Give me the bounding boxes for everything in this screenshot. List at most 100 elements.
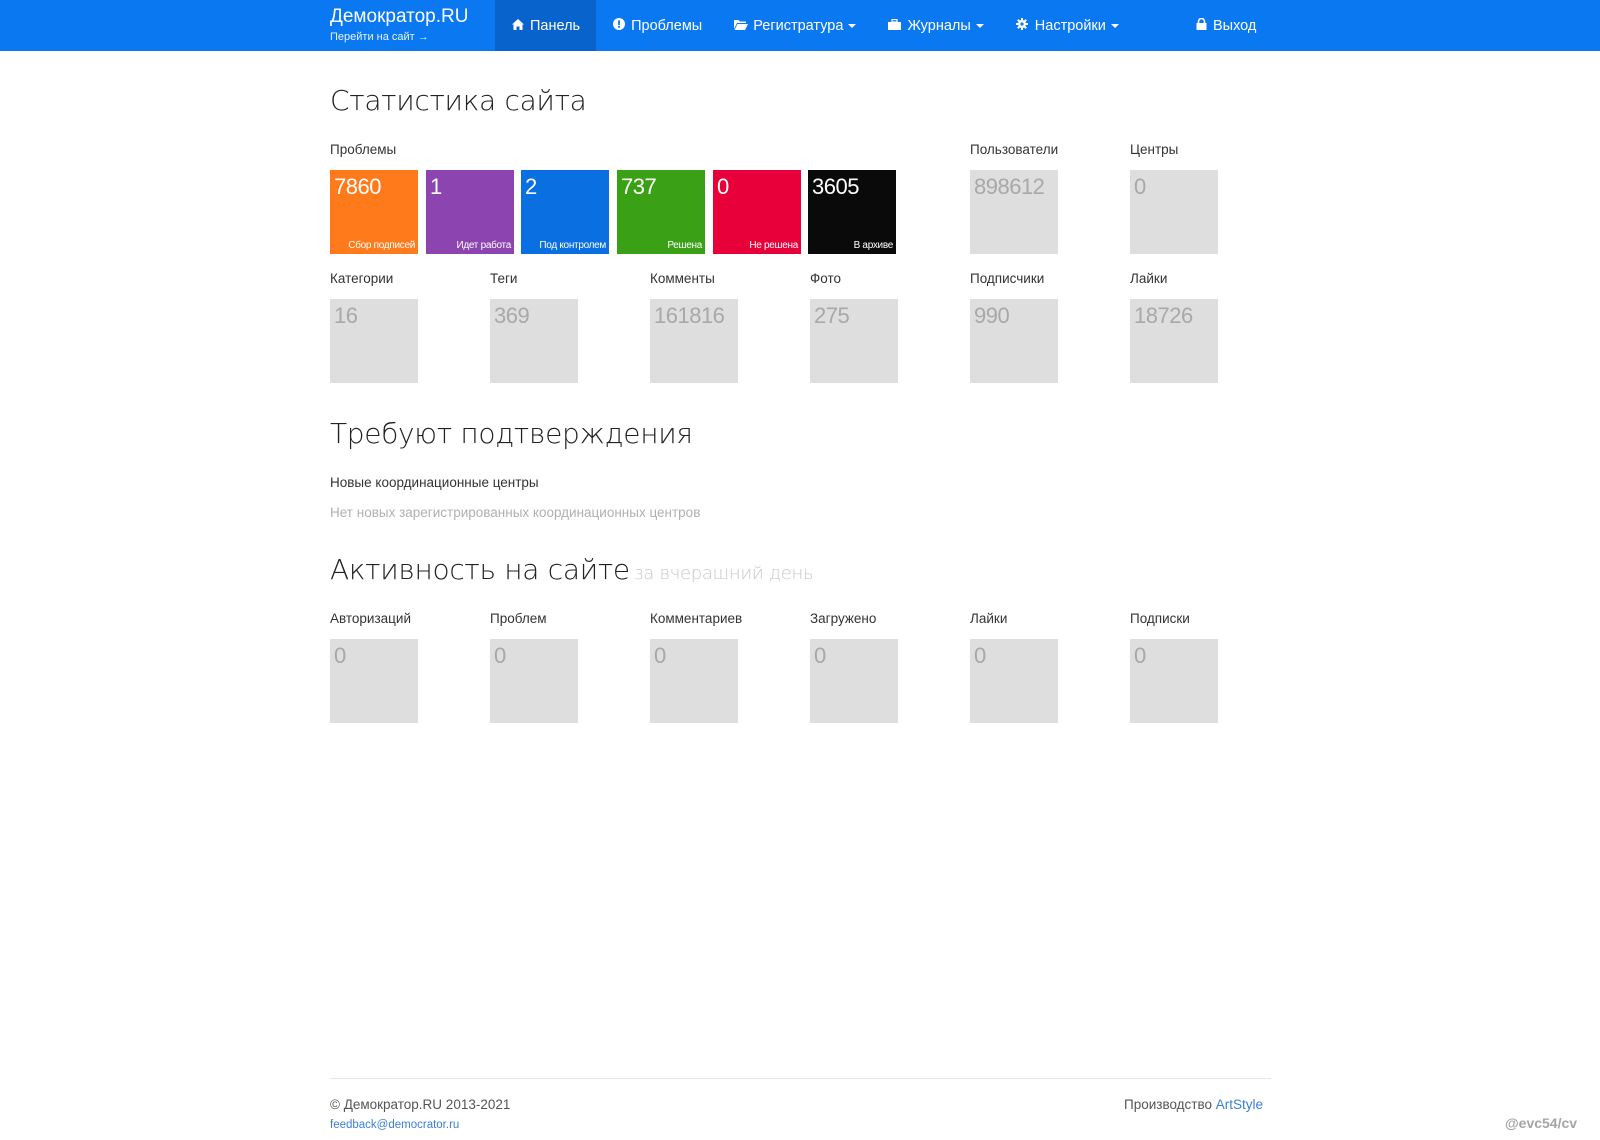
comments-activity-tile[interactable]: 0 bbox=[650, 639, 738, 723]
tile-value: 0 bbox=[654, 643, 666, 668]
activity-title-text: Активность на сайте bbox=[330, 553, 630, 586]
comments-activity-label: Комментариев bbox=[650, 611, 743, 626]
tile-value: 369 bbox=[494, 303, 530, 328]
go-to-site-label: Перейти на сайт bbox=[330, 31, 415, 43]
photos-tile[interactable]: 275 bbox=[810, 299, 898, 383]
tile-value: 990 bbox=[974, 303, 1010, 328]
problems-not-solved-tile[interactable]: 0 Не решена bbox=[713, 170, 801, 254]
nav-item-registry[interactable]: Регистратура bbox=[718, 0, 872, 51]
tile-caption: Под контролем bbox=[539, 240, 606, 251]
likes-tile[interactable]: 18726 bbox=[1130, 299, 1218, 383]
nav-item-label: Настройки bbox=[1034, 17, 1106, 34]
tile-value: 7860 bbox=[334, 174, 381, 199]
subscriptions-label: Подписки bbox=[1130, 611, 1190, 626]
comments-label: Комменты bbox=[650, 271, 715, 286]
footer-divider bbox=[330, 1078, 1271, 1079]
nav-item-problems[interactable]: Проблемы bbox=[596, 0, 718, 51]
problems-in-progress-tile[interactable]: 1 Идет работа bbox=[426, 170, 514, 254]
no-new-centers-text: Нет новых зарегистрированных координацио… bbox=[330, 505, 701, 520]
confirm-title: Требуют подтверждения bbox=[330, 417, 693, 450]
problems-archived-tile[interactable]: 3605 В архиве bbox=[808, 170, 896, 254]
problems-activity-label: Проблем bbox=[490, 611, 547, 626]
tile-caption: Сбор подписей bbox=[348, 240, 415, 251]
users-tile[interactable]: 898612 bbox=[970, 170, 1058, 254]
comments-tile[interactable]: 161816 bbox=[650, 299, 738, 383]
tile-value: 18726 bbox=[1134, 303, 1193, 328]
footer-email-link[interactable]: feedback@democrator.ru bbox=[330, 1119, 459, 1131]
tile-value: 737 bbox=[621, 174, 657, 199]
tile-value: 0 bbox=[1134, 174, 1146, 199]
tile-value: 0 bbox=[334, 643, 346, 668]
logout-label: Выход bbox=[1213, 17, 1257, 34]
gear-icon bbox=[1016, 18, 1029, 33]
tile-value: 898612 bbox=[974, 174, 1045, 199]
subscribers-tile[interactable]: 990 bbox=[970, 299, 1058, 383]
nav-item-label: Журналы bbox=[907, 17, 971, 34]
footer-copyright: © Демократор.RU 2013-2021 bbox=[330, 1097, 511, 1112]
likes-label: Лайки bbox=[1130, 271, 1168, 286]
caret-down-icon bbox=[848, 23, 857, 28]
tile-caption: В архиве bbox=[853, 240, 894, 251]
arrow-right-icon: → bbox=[417, 31, 429, 43]
nav-item-journals[interactable]: Журналы bbox=[872, 0, 999, 51]
centers-tile[interactable]: 0 bbox=[1130, 170, 1218, 254]
tile-value: 0 bbox=[717, 174, 729, 199]
new-centers-subhead: Новые координационные центры bbox=[330, 475, 539, 490]
tile-value: 3605 bbox=[812, 174, 859, 199]
tile-value: 275 bbox=[814, 303, 850, 328]
footer-made-by: Производство ArtStyle bbox=[1124, 1097, 1263, 1112]
made-by-label: Производство bbox=[1124, 1097, 1213, 1112]
centers-label: Центры bbox=[1130, 142, 1179, 157]
brand[interactable]: Демократор.RU Перейти на сайт → bbox=[330, 6, 468, 44]
tags-label: Теги bbox=[490, 271, 518, 286]
tags-tile[interactable]: 369 bbox=[490, 299, 578, 383]
nav-item-label: Панель bbox=[530, 17, 581, 34]
tile-caption: Решена bbox=[667, 240, 702, 251]
likes-activity-label: Лайки bbox=[970, 611, 1008, 626]
problems-solved-tile[interactable]: 737 Решена bbox=[617, 170, 705, 254]
artstyle-link[interactable]: ArtStyle bbox=[1216, 1097, 1263, 1112]
tile-value: 0 bbox=[1134, 643, 1146, 668]
watermark: @evc54/cv bbox=[1505, 1115, 1578, 1131]
nav-item-settings[interactable]: Настройки bbox=[1000, 0, 1135, 51]
page-title: Статистика сайта bbox=[330, 84, 587, 117]
subscriptions-tile[interactable]: 0 bbox=[1130, 639, 1218, 723]
logout-button[interactable]: Выход bbox=[1180, 0, 1272, 51]
problems-under-control-tile[interactable]: 2 Под контролем bbox=[521, 170, 609, 254]
problems-label: Проблемы bbox=[330, 142, 397, 157]
tile-value: 1 bbox=[430, 174, 442, 199]
problems-activity-tile[interactable]: 0 bbox=[490, 639, 578, 723]
logins-label: Авторизаций bbox=[330, 611, 411, 626]
photos-label: Фото bbox=[810, 271, 842, 286]
tile-value: 0 bbox=[814, 643, 826, 668]
caret-down-icon bbox=[1110, 23, 1119, 28]
home-icon bbox=[511, 18, 524, 33]
likes-activity-tile[interactable]: 0 bbox=[970, 639, 1058, 723]
go-to-site-link[interactable]: Перейти на сайт → bbox=[330, 30, 468, 44]
users-label: Пользователи bbox=[970, 142, 1059, 157]
nav-item-label: Регистратура bbox=[753, 17, 844, 34]
brand-title[interactable]: Демократор.RU bbox=[330, 6, 468, 28]
exclamation-icon bbox=[612, 18, 625, 33]
tile-value: 2 bbox=[525, 174, 537, 199]
nav-item-label: Проблемы bbox=[631, 17, 703, 34]
top-navbar: Демократор.RU Перейти на сайт → Панель Пр… bbox=[0, 0, 1600, 51]
categories-tile[interactable]: 16 bbox=[330, 299, 418, 383]
nav-item-panel[interactable]: Панель bbox=[495, 0, 597, 51]
categories-label: Категории bbox=[330, 271, 394, 286]
folder-icon bbox=[734, 19, 749, 33]
lock-icon bbox=[1196, 17, 1207, 33]
briefcase-icon bbox=[888, 18, 902, 33]
uploads-tile[interactable]: 0 bbox=[810, 639, 898, 723]
uploads-label: Загружено bbox=[810, 611, 877, 626]
tile-value: 16 bbox=[334, 303, 358, 328]
logins-tile[interactable]: 0 bbox=[330, 639, 418, 723]
activity-title: Активность на сайте за вчерашний день bbox=[330, 553, 814, 586]
caret-down-icon bbox=[975, 23, 984, 28]
tile-value: 161816 bbox=[654, 303, 725, 328]
tile-value: 0 bbox=[494, 643, 506, 668]
activity-subtitle: за вчерашний день bbox=[633, 563, 814, 584]
main-nav: Панель Проблемы Регистратура Журналы Нас… bbox=[495, 0, 1135, 51]
tile-value: 0 bbox=[974, 643, 986, 668]
problems-collecting-tile[interactable]: 7860 Сбор подписей bbox=[330, 170, 418, 254]
